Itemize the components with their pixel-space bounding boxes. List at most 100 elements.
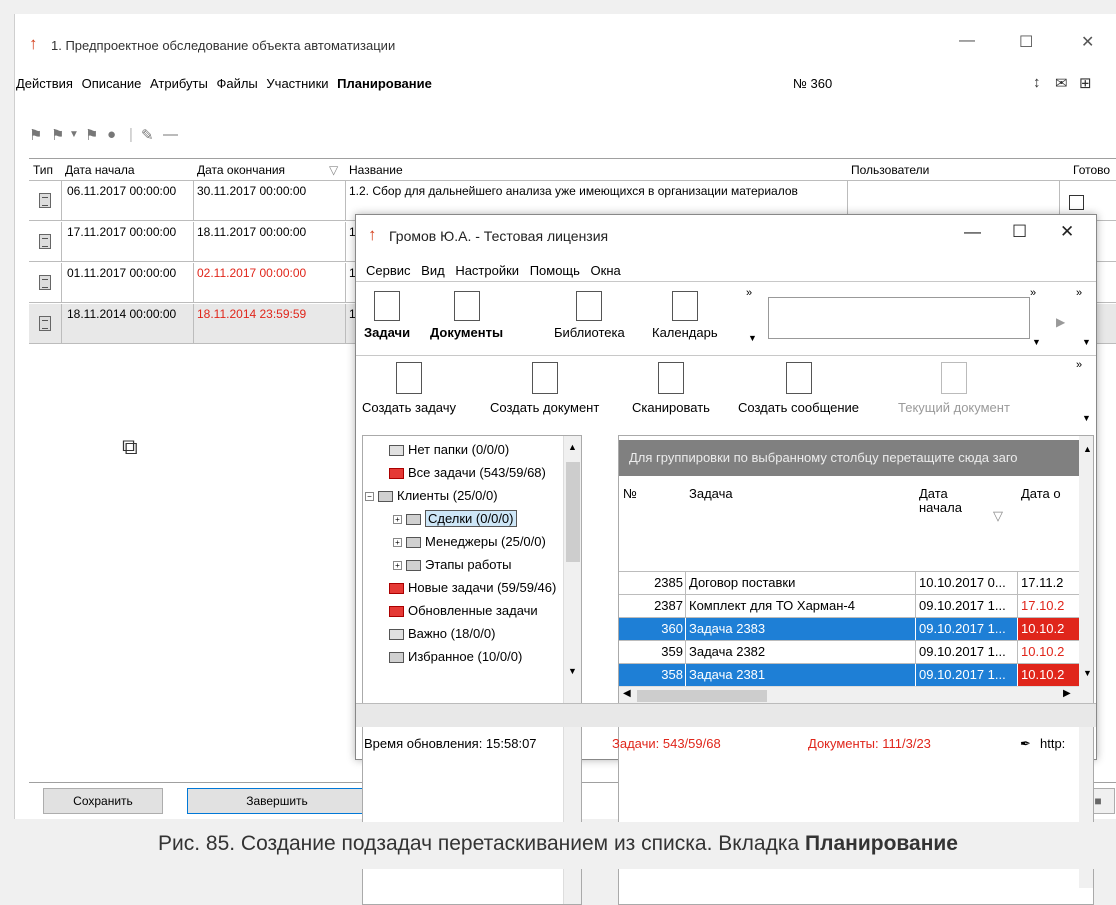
chevron-down-icon[interactable]: ▼ <box>748 333 757 343</box>
more-icon[interactable]: » <box>746 287 752 299</box>
group-by-hint[interactable]: Для группировки по выбранному столбцу пе… <box>619 440 1079 476</box>
minimize-button[interactable]: — <box>959 32 975 50</box>
tree-node[interactable]: Обновленные задачи <box>389 603 538 625</box>
chevron-down-icon[interactable]: ▼ <box>1082 413 1091 423</box>
more-icon[interactable]: » <box>1076 359 1082 371</box>
add-check-icon[interactable]: ⚑ <box>85 126 98 144</box>
table-vertical-scrollbar[interactable] <box>1079 436 1093 888</box>
add-subtask-icon[interactable]: ⚑ <box>29 126 42 144</box>
table-row[interactable]: 359 Задача 2382 09.10.2017 1... 10.10.2 <box>619 641 1079 664</box>
menu-view[interactable]: Вид <box>421 263 445 278</box>
folder-icon <box>406 514 421 526</box>
scroll-down-icon[interactable]: ▼ <box>1083 668 1092 678</box>
col-users[interactable]: Пользователи <box>851 163 929 177</box>
overlay-title: Громов Ю.А. - Тестовая лицензия <box>389 228 609 244</box>
tree-node[interactable]: + Сделки (0/0/0) <box>393 510 517 533</box>
nav-calendar[interactable]: Календарь <box>652 291 718 340</box>
menu-attributes[interactable]: Атрибуты <box>150 76 208 91</box>
row-end: 02.11.2017 00:00:00 <box>197 266 307 280</box>
create-task-button[interactable]: Создать задачу <box>362 362 456 415</box>
chevron-down-icon[interactable]: ▼ <box>1032 337 1041 347</box>
folder-icon <box>389 606 404 618</box>
col-start[interactable]: Дата начала <box>65 163 135 177</box>
tree-node[interactable]: Новые задачи (59/59/46) <box>389 580 556 602</box>
table-row[interactable]: 360 Задача 2383 09.10.2017 1... 10.10.2 <box>619 618 1079 641</box>
overlay-minimize-button[interactable]: — <box>964 222 981 242</box>
current-document-button[interactable]: Текущий документ <box>898 362 1010 415</box>
tree-node[interactable]: Избранное (10/0/0) <box>389 649 522 671</box>
tree-node[interactable]: Нет папки (0/0/0) <box>389 442 509 464</box>
priority-icon[interactable]: ↕ <box>1033 74 1041 91</box>
col-num[interactable]: № <box>623 486 637 501</box>
create-message-button[interactable]: Создать сообщение <box>738 362 859 415</box>
col-done[interactable]: Готово <box>1073 163 1110 177</box>
nav-tasks[interactable]: Задачи <box>364 291 410 340</box>
scroll-up-icon[interactable]: ▲ <box>1083 444 1092 454</box>
table-row[interactable]: 2385 Договор поставки 10.10.2017 0... 17… <box>619 572 1079 595</box>
menu-description[interactable]: Описание <box>82 76 142 91</box>
col-name[interactable]: Название <box>349 163 403 177</box>
tasks-count[interactable]: Задачи: 543/59/68 <box>612 729 721 759</box>
search-input[interactable] <box>768 297 1030 339</box>
task-type-icon <box>39 275 51 290</box>
save-button[interactable]: Сохранить <box>43 788 163 814</box>
scroll-up-icon[interactable]: ▲ <box>568 442 577 452</box>
tree-node[interactable]: + Менеджеры (25/0/0) <box>393 534 546 556</box>
mail-icon[interactable]: ✉ <box>1055 74 1068 92</box>
nav-documents[interactable]: Документы <box>430 291 503 340</box>
dropdown-arrow-icon[interactable]: ▼ <box>69 129 79 140</box>
col-end[interactable]: Дата окончания <box>197 163 285 177</box>
tree-node[interactable]: − Клиенты (25/0/0) <box>365 488 498 510</box>
table-horizontal-scrollbar[interactable]: ◀ ▶ <box>619 686 1079 704</box>
tree-node[interactable]: + Этапы работы <box>393 557 512 579</box>
table-row[interactable]: 2387 Комплект для ТО Харман-4 09.10.2017… <box>619 595 1079 618</box>
row-end: 18.11.2014 23:59:59 <box>197 307 307 321</box>
expand-icon: + <box>393 538 402 548</box>
done-checkbox[interactable] <box>1069 195 1084 210</box>
col-start-1[interactable]: Дата <box>919 486 948 501</box>
col-task[interactable]: Задача <box>689 486 733 501</box>
tree-node[interactable]: Все задачи (543/59/68) <box>389 465 546 487</box>
table-scroll-thumb[interactable] <box>637 690 767 702</box>
nav-library[interactable]: Библиотека <box>554 291 625 340</box>
title-bar: ↑ 1. Предпроектное обследование объекта … <box>15 14 1116 64</box>
play-icon[interactable]: ▶ <box>1056 315 1065 329</box>
table-row[interactable]: 358 Задача 2381 09.10.2017 1... 10.10.2 <box>619 664 1079 687</box>
scroll-left-icon[interactable]: ◀ <box>623 688 631 699</box>
col-type[interactable]: Тип <box>33 163 53 177</box>
scan-button[interactable]: Сканировать <box>632 362 710 415</box>
row-start: 01.11.2017 00:00:00 <box>67 266 177 280</box>
add-milestone-icon[interactable]: ● <box>107 126 116 143</box>
folder-icon <box>406 560 421 572</box>
org-chart-icon[interactable]: ⊞ <box>1079 74 1092 92</box>
menu-settings[interactable]: Настройки <box>455 263 519 278</box>
chevron-down-icon[interactable]: ▼ <box>1082 337 1091 347</box>
menu-planning[interactable]: Планирование <box>337 76 432 91</box>
scroll-right-icon[interactable]: ▶ <box>1063 688 1071 699</box>
create-task-icon <box>396 362 422 394</box>
remove-icon[interactable]: — <box>163 126 178 143</box>
create-document-button[interactable]: Создать документ <box>490 362 599 415</box>
tree-scroll-thumb[interactable] <box>566 462 580 562</box>
finish-button[interactable]: Завершить <box>187 788 367 814</box>
menu-windows[interactable]: Окна <box>591 263 621 278</box>
close-button[interactable]: ✕ <box>1081 32 1094 52</box>
more-icon[interactable]: » <box>1076 287 1082 299</box>
tree-node[interactable]: Важно (18/0/0) <box>389 626 495 648</box>
col-end[interactable]: Дата о <box>1021 486 1061 501</box>
overlay-maximize-button[interactable]: ☐ <box>1012 222 1027 242</box>
folder-icon <box>389 468 404 480</box>
maximize-button[interactable]: ☐ <box>1019 32 1033 52</box>
more-icon[interactable]: » <box>1030 287 1036 299</box>
edit-icon[interactable]: ✎ <box>141 126 154 144</box>
add-document-icon[interactable]: ⚑ <box>51 126 64 144</box>
scroll-down-icon[interactable]: ▼ <box>568 666 577 676</box>
menu-participants[interactable]: Участники <box>266 76 328 91</box>
menu-service[interactable]: Сервис <box>366 263 411 278</box>
menu-files[interactable]: Файлы <box>216 76 257 91</box>
documents-count[interactable]: Документы: 111/3/23 <box>808 729 931 759</box>
overlay-close-button[interactable]: ✕ <box>1060 222 1074 242</box>
menu-actions[interactable]: Действия <box>16 76 73 91</box>
grid-header: Тип Дата начала Дата окончания ▽ Названи… <box>29 159 1116 181</box>
menu-help[interactable]: Помощь <box>530 263 580 278</box>
